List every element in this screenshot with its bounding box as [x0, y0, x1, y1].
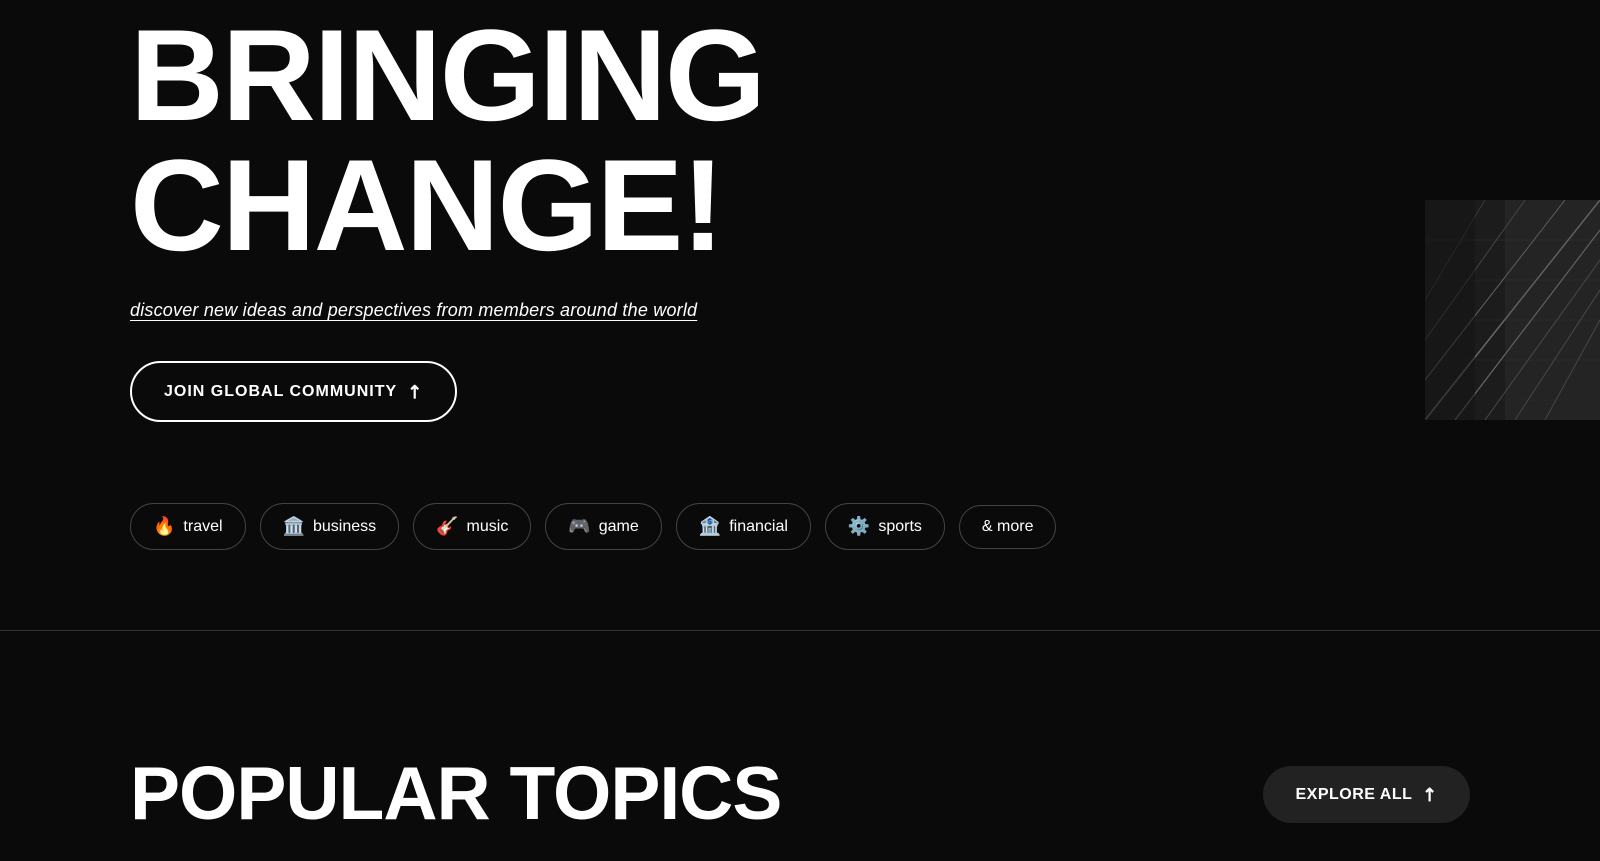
travel-label: travel: [183, 518, 222, 536]
hero-image: [1425, 200, 1600, 420]
tag-sports[interactable]: ⚙️ sports: [825, 503, 945, 550]
music-emoji: 🎸: [436, 516, 458, 537]
explore-all-button[interactable]: EXPLORE ALL ↗: [1263, 766, 1470, 823]
cta-label: JOIN GLOBAL COMMUNITY: [164, 383, 397, 401]
tag-business[interactable]: 🏛️ business: [260, 503, 400, 550]
hero-title: BRINGING CHANGE!: [130, 10, 1470, 270]
more-label: & more: [982, 518, 1034, 536]
explore-all-label: EXPLORE ALL: [1295, 786, 1412, 804]
popular-topics-title: POPULAR TOPICS: [130, 756, 781, 831]
tag-travel[interactable]: 🔥 travel: [130, 503, 246, 550]
sports-emoji: ⚙️: [848, 516, 870, 537]
join-community-button[interactable]: JOIN GLOBAL COMMUNITY ↗: [130, 361, 457, 422]
arrow-icon: ↗: [402, 378, 428, 404]
game-label: game: [599, 518, 639, 536]
travel-emoji: 🔥: [153, 516, 175, 537]
music-label: music: [467, 518, 509, 536]
explore-arrow-icon: ↗: [1417, 782, 1443, 808]
financial-emoji: 🏦: [699, 516, 721, 537]
page-wrapper: BRINGING CHANGE! discover new ideas and …: [0, 0, 1600, 860]
hero-title-line1: BRINGING: [130, 2, 764, 148]
game-emoji: 🎮: [568, 516, 590, 537]
financial-label: financial: [729, 518, 788, 536]
business-label: business: [313, 518, 376, 536]
hero-subtitle: discover new ideas and perspectives from…: [130, 300, 1470, 321]
tags-section: 🔥 travel 🏛️ business 🎸 music 🎮 game 🏦 fi…: [130, 503, 1056, 550]
hero-title-line2: CHANGE!: [130, 132, 723, 278]
bottom-section: POPULAR TOPICS EXPLORE ALL ↗: [0, 631, 1600, 861]
tag-more[interactable]: & more: [959, 505, 1057, 549]
business-emoji: 🏛️: [283, 516, 305, 537]
tag-financial[interactable]: 🏦 financial: [676, 503, 811, 550]
hero-image-inner: [1425, 200, 1600, 420]
tag-game[interactable]: 🎮 game: [545, 503, 661, 550]
sports-label: sports: [878, 518, 922, 536]
architectural-svg: [1425, 200, 1600, 420]
tag-music[interactable]: 🎸 music: [413, 503, 531, 550]
hero-section: BRINGING CHANGE! discover new ideas and …: [0, 0, 1600, 630]
